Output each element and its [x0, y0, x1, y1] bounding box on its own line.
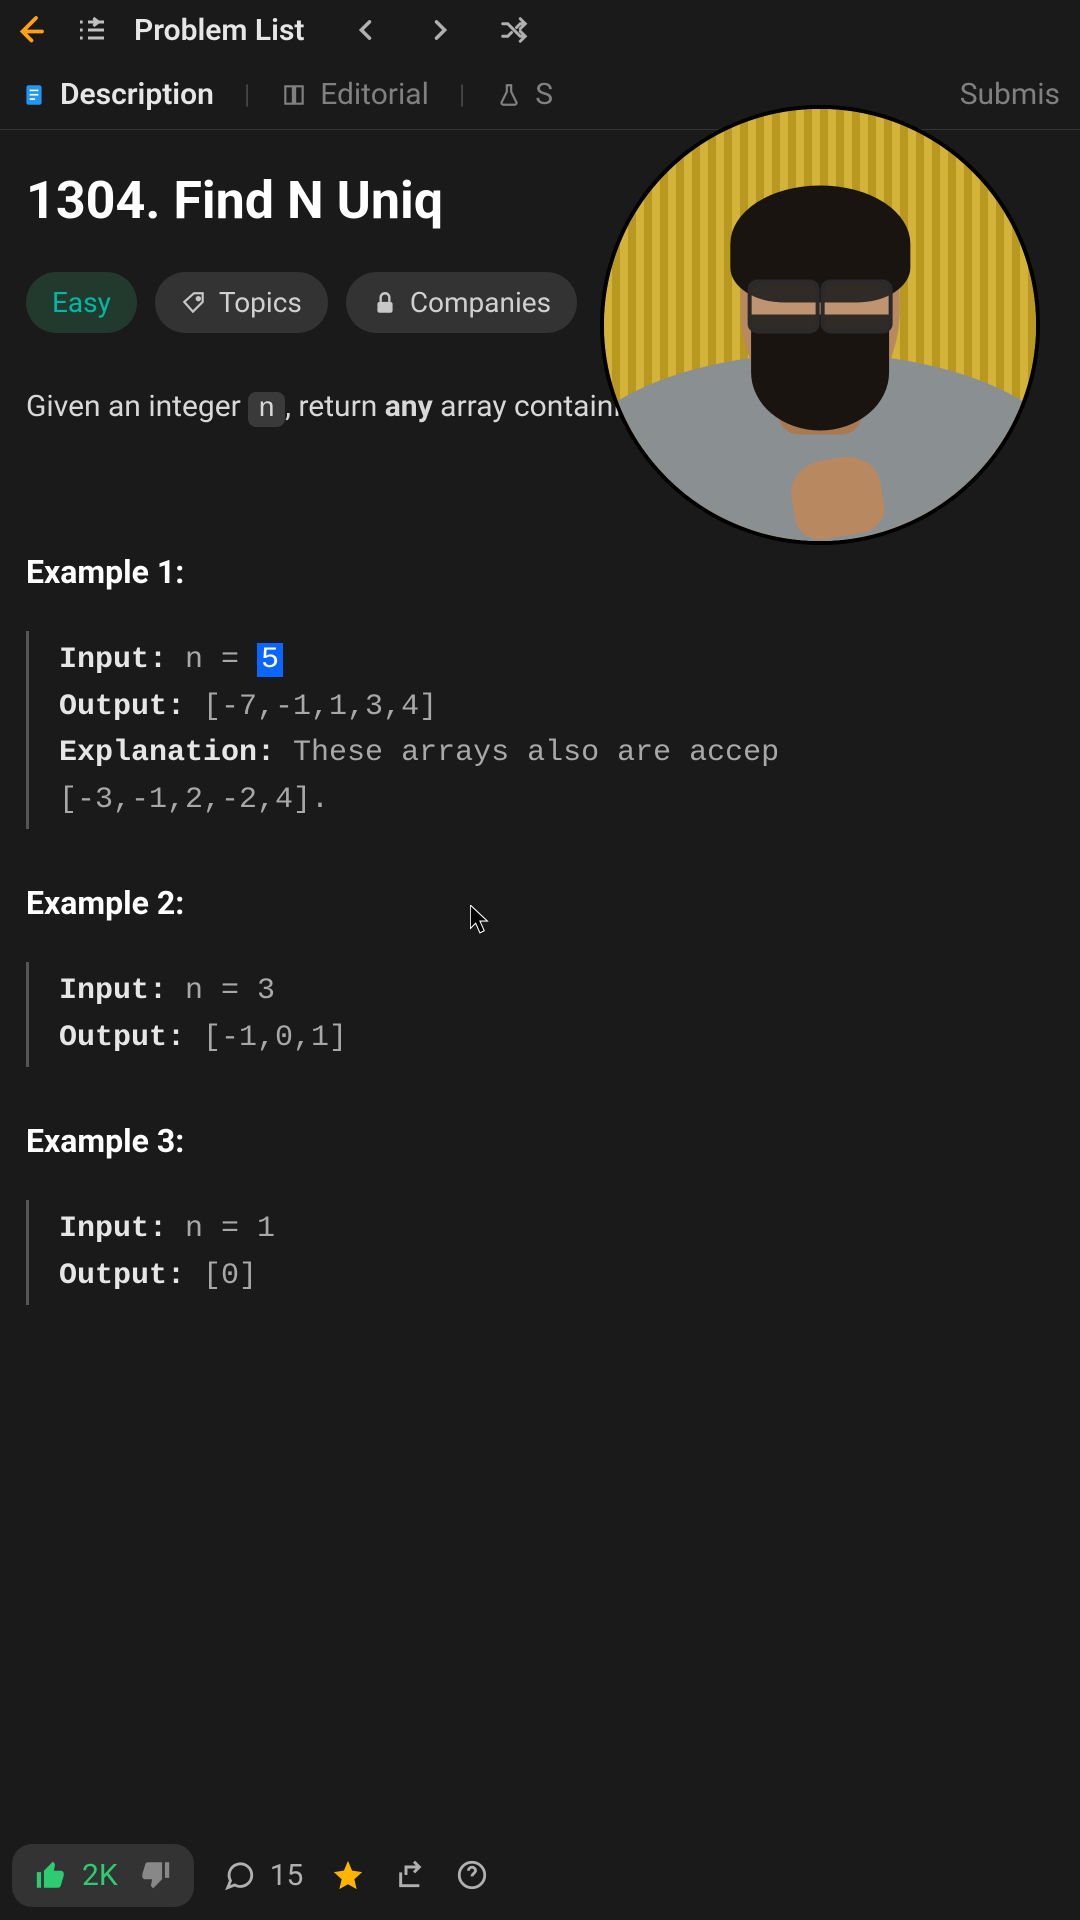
example-input-row: Input: n = 5 [59, 637, 1054, 684]
star-icon [331, 1858, 365, 1892]
nav-group [344, 8, 536, 52]
companies-label: Companies [410, 286, 551, 319]
flask-icon [495, 81, 523, 109]
difficulty-label: Easy [52, 286, 111, 319]
tab-editorial[interactable]: Editorial [280, 77, 429, 112]
like-button[interactable]: 2K [34, 1858, 118, 1893]
tab-divider: | [244, 80, 250, 110]
example-title: Example 1: [26, 553, 1054, 591]
problem-list-label[interactable]: Problem List [134, 13, 304, 48]
presenter-avatar [600, 105, 1040, 545]
document-icon [20, 81, 48, 109]
tab-solutions[interactable]: S [495, 77, 553, 112]
example-explanation-row-2: [-3,-1,2,-2,4]. [59, 777, 1054, 824]
example-body: Input: n = 3 Output: [-1,0,1] [26, 962, 1054, 1067]
example-output-row: Output: [0] [59, 1253, 1054, 1300]
example-body: Input: n = 5 Output: [-7,-1,1,3,4] Expla… [26, 631, 1054, 829]
vote-pill: 2K [12, 1844, 194, 1907]
code-inline: n [248, 392, 285, 427]
tab-description-label: Description [60, 77, 214, 112]
example-output-row: Output: [-7,-1,1,3,4] [59, 684, 1054, 731]
help-icon [455, 1858, 489, 1892]
example-input-row: Input: n = 3 [59, 968, 1054, 1015]
leetcode-logo-icon[interactable] [10, 10, 50, 50]
like-count: 2K [82, 1858, 118, 1893]
share-icon [393, 1858, 427, 1892]
thumbs-down-icon [138, 1858, 172, 1892]
selected-text: 5 [257, 643, 283, 677]
example-block: Example 3: Input: n = 1 Output: [0] [26, 1122, 1054, 1305]
example-title: Example 2: [26, 884, 1054, 922]
topics-chip[interactable]: Topics [155, 272, 328, 333]
comments-button[interactable]: 15 [222, 1858, 304, 1893]
example-explanation-row: Explanation: These arrays also are accep [59, 730, 1054, 777]
tab-description[interactable]: Description [20, 77, 214, 112]
footer-bar: 2K 15 [0, 1830, 1080, 1920]
tab-divider: | [459, 80, 465, 110]
example-input-row: Input: n = 1 [59, 1206, 1054, 1253]
help-button[interactable] [455, 1858, 489, 1892]
example-block: Example 1: Input: n = 5 Output: [-7,-1,1… [26, 553, 1054, 829]
comments-count: 15 [270, 1858, 304, 1893]
comment-icon [222, 1858, 256, 1892]
lock-icon [372, 290, 398, 316]
tag-icon [181, 290, 207, 316]
difficulty-chip[interactable]: Easy [26, 272, 137, 333]
example-body: Input: n = 1 Output: [0] [26, 1200, 1054, 1305]
share-button[interactable] [393, 1858, 427, 1892]
tab-submissions-label: Submis [960, 77, 1060, 112]
tab-editorial-label: Editorial [320, 77, 429, 112]
dislike-button[interactable] [138, 1858, 172, 1892]
topics-label: Topics [219, 286, 302, 319]
companies-chip[interactable]: Companies [346, 272, 577, 333]
favorite-button[interactable] [331, 1858, 365, 1892]
book-icon [280, 81, 308, 109]
example-block: Example 2: Input: n = 3 Output: [-1,0,1] [26, 884, 1054, 1067]
next-problem-button[interactable] [418, 8, 462, 52]
example-output-row: Output: [-1,0,1] [59, 1015, 1054, 1062]
tab-submissions[interactable]: Submis [960, 77, 1060, 112]
problem-list-menu-icon[interactable] [70, 8, 114, 52]
prev-problem-button[interactable] [344, 8, 388, 52]
shuffle-button[interactable] [492, 8, 536, 52]
thumbs-up-icon [34, 1858, 68, 1892]
tab-solutions-label: S [535, 77, 553, 112]
example-title: Example 3: [26, 1122, 1054, 1160]
top-bar: Problem List [0, 0, 1080, 60]
